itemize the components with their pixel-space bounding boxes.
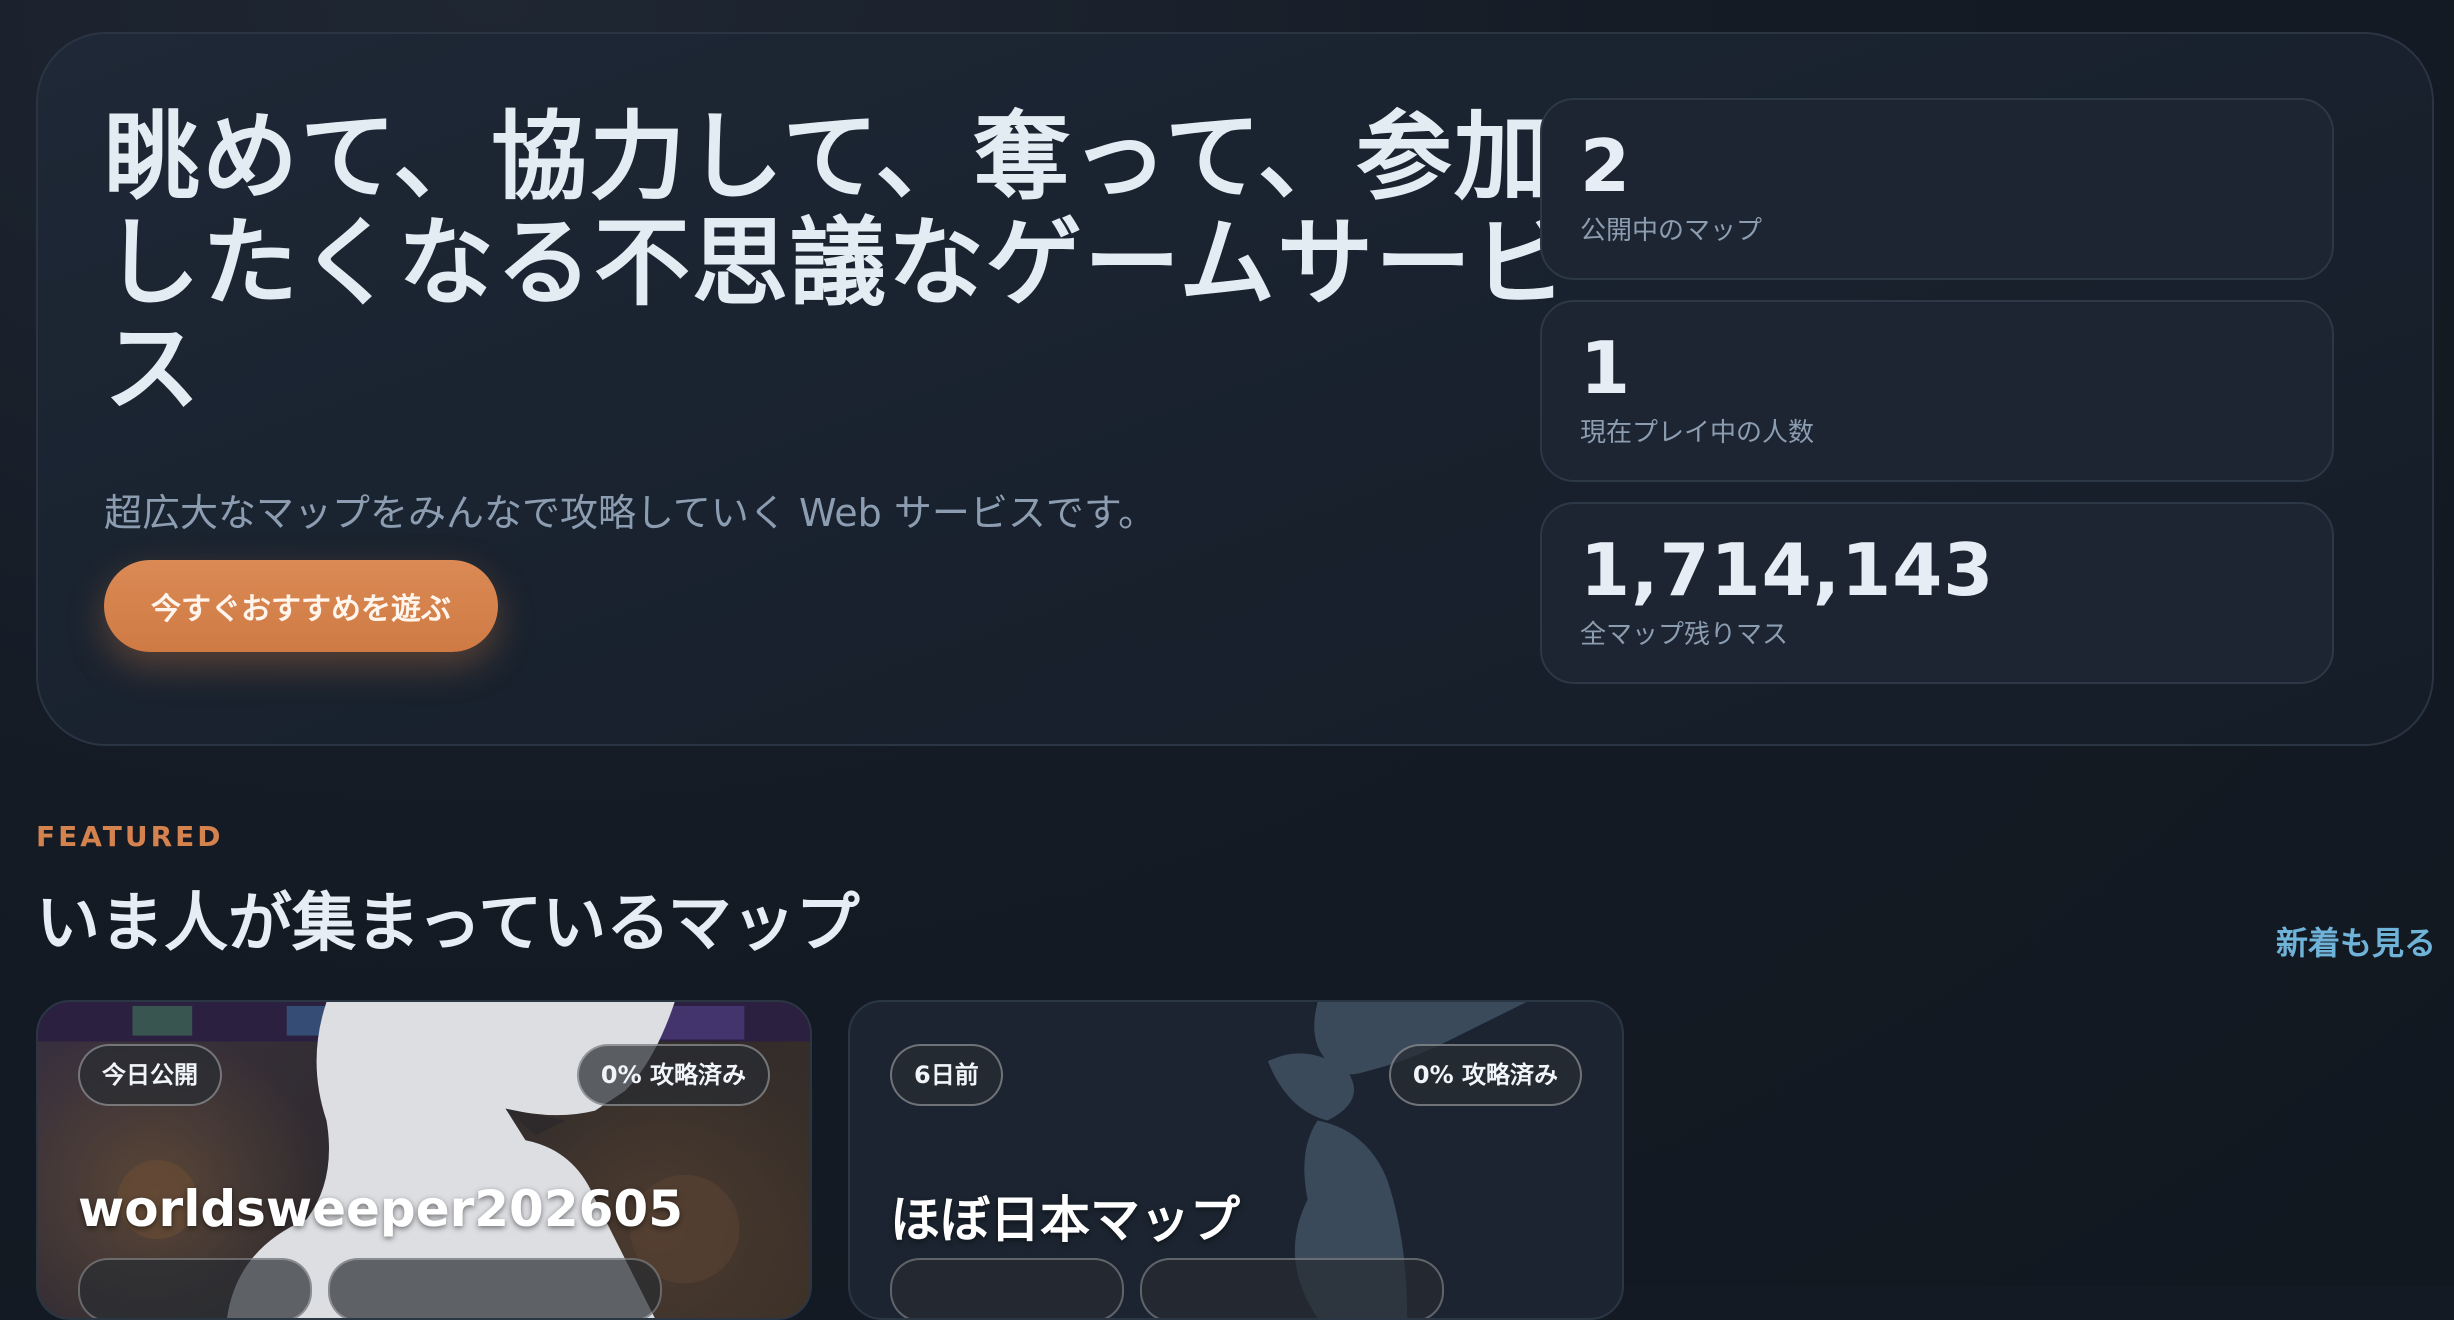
stat-label: 全マップ残りマス [1580, 620, 1789, 650]
progress-badge: 0% 攻略済み [576, 1044, 770, 1106]
map-title: ほぼ日本マップ [890, 1191, 1240, 1249]
stat-card-public-maps: 2 公開中のマップ [1540, 98, 2334, 280]
published-badge: 6日前 [890, 1044, 1003, 1106]
map-title: worldsweeper202605 [78, 1180, 684, 1238]
player-count-badge [890, 1258, 1124, 1318]
stat-label: 現在プレイ中の人数 [1580, 418, 1815, 448]
see-new-link[interactable]: 新着も見る [2276, 918, 2436, 964]
hero-subtitle: 超広大なマップをみんなで攻略していく Web サービスです。 [104, 491, 1157, 535]
stat-card-active-players: 1 現在プレイ中の人数 [1540, 300, 2334, 482]
map-card-worldsweeper[interactable]: 今日公開 0% 攻略済み worldsweeper202605 [36, 1000, 812, 1320]
progress-badge: 0% 攻略済み [1388, 1044, 1582, 1106]
map-card-japan[interactable]: 6日前 0% 攻略済み ほぼ日本マップ [848, 1000, 1624, 1320]
remaining-cells-badge [1140, 1258, 1444, 1318]
stat-value: 1,714,143 [1580, 528, 1995, 612]
remaining-cells-badge [328, 1258, 662, 1318]
stat-value: 1 [1580, 326, 1632, 410]
stat-card-remaining-cells: 1,714,143 全マップ残りマス [1540, 502, 2334, 684]
stat-label: 公開中のマップ [1580, 216, 1763, 246]
play-recommended-button[interactable]: 今すぐおすすめを遊ぶ [104, 560, 498, 652]
hero-title: 眺めて、協力して、奪って、参加したくなる不思議なゲームサービス [104, 101, 1572, 425]
player-count-badge [78, 1258, 312, 1318]
section-title: いま人が集まっているマップ [36, 887, 860, 961]
stat-value: 2 [1580, 124, 1632, 208]
featured-eyebrow: FEATURED [36, 820, 224, 853]
published-badge: 今日公開 [78, 1044, 222, 1106]
